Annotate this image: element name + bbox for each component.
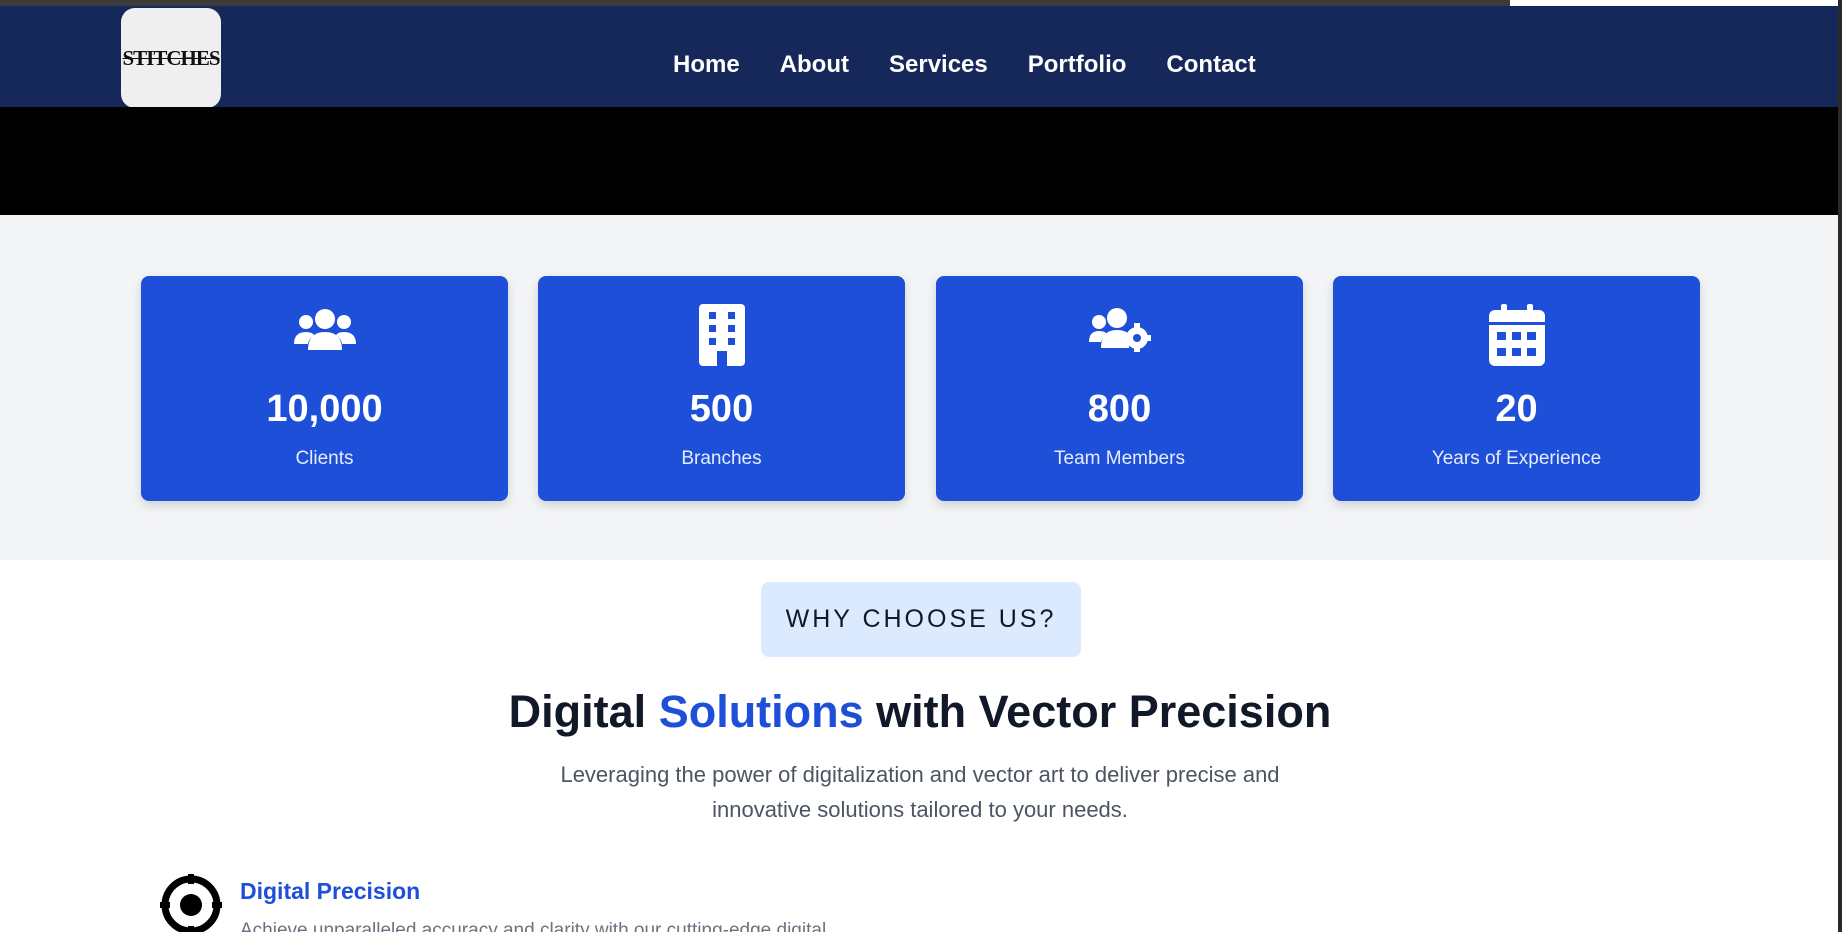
stat-card-team: 800 Team Members [936, 276, 1303, 501]
stat-card-branches: 500 Branches [538, 276, 905, 501]
nav-portfolio-link[interactable]: Portfolio [1028, 43, 1127, 87]
headline-prefix: Digital [508, 686, 659, 737]
nav-services-link[interactable]: Services [889, 43, 988, 87]
nav-home-link[interactable]: Home [673, 43, 740, 87]
users-icon [141, 304, 508, 366]
logo-text: STITCHES [122, 45, 220, 70]
building-icon [538, 304, 905, 366]
site-logo[interactable]: STITCHES [121, 8, 221, 108]
headline-suffix: with Vector Precision [863, 686, 1332, 737]
section-headline: Digital Solutions with Vector Precision [0, 686, 1840, 738]
navbar: STITCHES Home About Services Portfolio C… [0, 6, 1840, 108]
stat-card-experience: 20 Years of Experience [1333, 276, 1700, 501]
nav-contact-link[interactable]: Contact [1166, 43, 1255, 87]
users-gear-icon [936, 304, 1303, 366]
stat-value: 10,000 [266, 388, 383, 430]
feature-text: Achieve unparalleled accuracy and clarit… [240, 920, 827, 932]
section-badge: WHY CHOOSE US? [761, 582, 1081, 657]
page: STITCHES Home About Services Portfolio C… [0, 0, 1840, 932]
stat-value: 800 [1087, 388, 1152, 430]
feature-title: Digital Precision [240, 878, 421, 904]
stat-card-clients: 10,000 Clients [141, 276, 508, 501]
stat-label: Years of Experience [1431, 448, 1602, 469]
calendar-icon [1333, 304, 1700, 366]
stat-label: Clients [295, 448, 354, 469]
stat-value: 20 [1495, 388, 1538, 430]
hero-banner [0, 107, 1840, 215]
stat-value: 500 [689, 388, 754, 430]
nav-about-link[interactable]: About [780, 43, 849, 87]
section-subtext: Leveraging the power of digitalization a… [560, 762, 1280, 822]
main-nav: Home About Services Portfolio Contact [673, 43, 1296, 87]
target-icon [160, 874, 222, 932]
why-choose-section: WHY CHOOSE US? Digital Solutions with Ve… [0, 560, 1840, 932]
stat-label: Team Members [1054, 448, 1185, 469]
headline-accent: Solutions [658, 686, 864, 737]
scrollbar[interactable] [1838, 0, 1840, 932]
stats-section: 10,000 Clients 500 Branches 800 Team Mem… [0, 215, 1840, 560]
stat-label: Branches [681, 448, 762, 469]
